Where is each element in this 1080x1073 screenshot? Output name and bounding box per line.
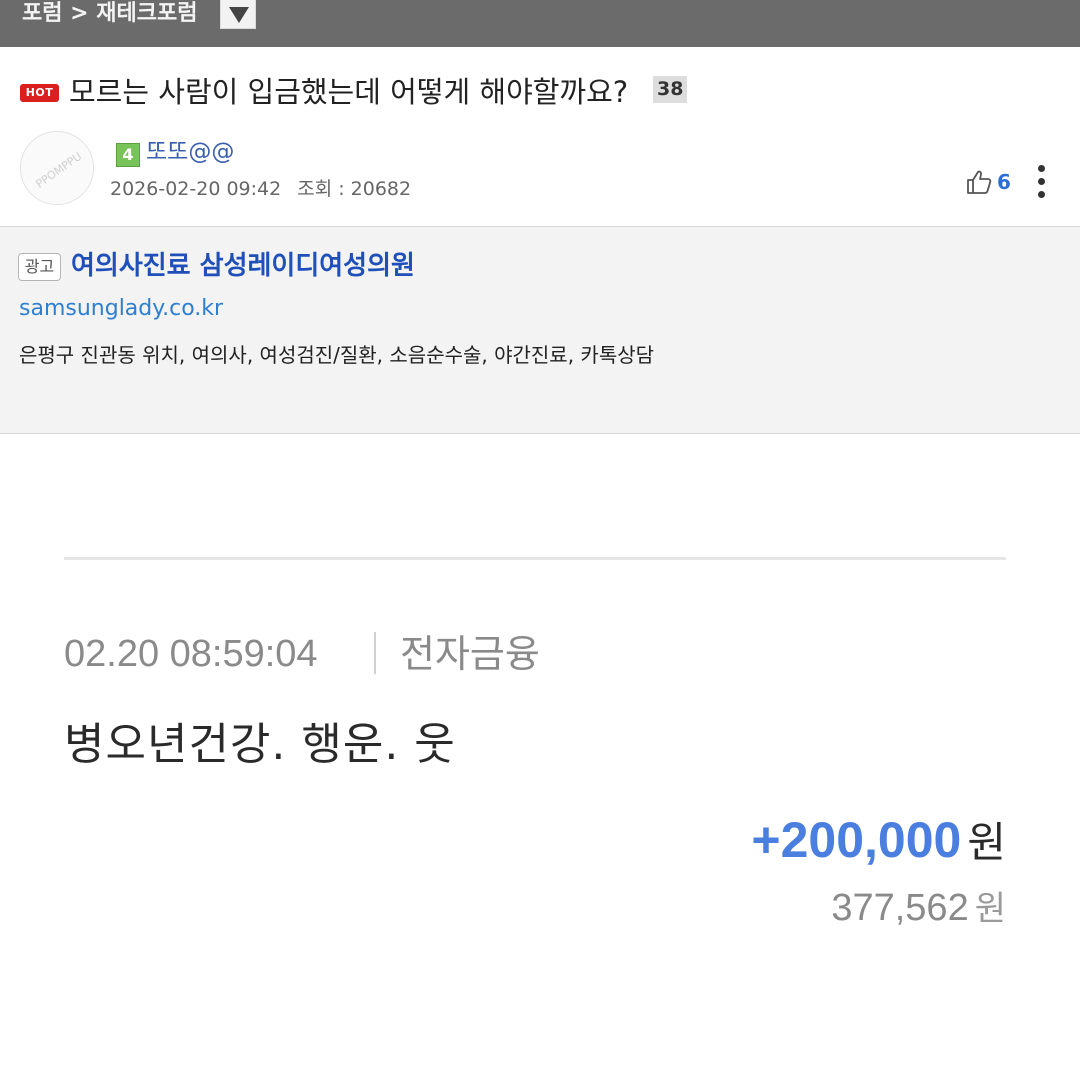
view-count: 조회 : 20682: [297, 178, 412, 200]
transaction-type: 전자금융: [400, 632, 540, 676]
transaction-time: 02.20 08:59:04: [64, 633, 318, 675]
post-title: 모르는 사람이 입금했는데 어떻게 해야할까요?: [69, 75, 629, 109]
transaction-amount: +200,000 원: [751, 808, 1006, 872]
top-bar: 포럼 > 재테크포럼: [0, 0, 1080, 47]
transaction-memo: 병오년건강. 행운. 웃: [64, 719, 456, 770]
amount-value: +200,000: [751, 812, 962, 868]
amount-unit: 원: [967, 818, 1006, 867]
more-options-button[interactable]: [1032, 163, 1052, 199]
comment-count-badge[interactable]: 38: [653, 76, 688, 103]
forum-dropdown-button[interactable]: [220, 0, 256, 29]
ad-label: 광고: [18, 253, 61, 281]
user-level-badge: 4: [116, 143, 140, 167]
transaction-separator: [374, 632, 376, 674]
breadcrumb[interactable]: 포럼 > 재테크포럼: [22, 0, 197, 30]
ad-block[interactable]: 광고 여의사진료 삼성레이디여성의원 samsunglady.co.kr 은평구…: [0, 227, 1080, 434]
author-nickname[interactable]: 또또@@: [146, 136, 234, 168]
post-meta: 2026-02-20 09:42 조회 : 20682: [110, 175, 411, 203]
transaction-balance: 377,562 원: [831, 882, 1006, 934]
like-count: 6: [997, 170, 1011, 194]
balance-unit: 원: [974, 889, 1006, 929]
embed-divider: [64, 557, 1006, 560]
ad-title-link[interactable]: 여의사진료 삼성레이디여성의원: [71, 247, 415, 285]
vertical-dots-icon: [1038, 165, 1045, 172]
ad-description: 은평구 진관동 위치, 여의사, 여성검진/질환, 소음순수술, 야간진료, 카…: [19, 343, 655, 367]
post-datetime: 2026-02-20 09:42: [110, 178, 282, 200]
triangle-down-icon: [229, 7, 249, 23]
thumbs-up-icon: [967, 170, 992, 194]
like-button[interactable]: 6: [965, 166, 1011, 198]
ad-url-link[interactable]: samsunglady.co.kr: [19, 293, 223, 325]
balance-value: 377,562: [831, 887, 969, 929]
vertical-dots-icon: [1038, 178, 1045, 185]
hot-badge: HOT: [20, 84, 59, 102]
avatar-watermark-icon: PPOMPPU: [22, 133, 93, 204]
avatar[interactable]: PPOMPPU: [20, 131, 94, 205]
vertical-dots-icon: [1038, 191, 1045, 198]
